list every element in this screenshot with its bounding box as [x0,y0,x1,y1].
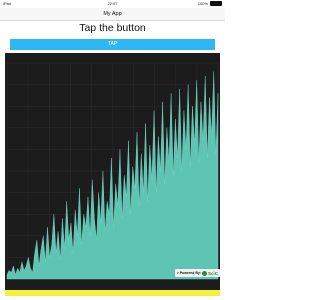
area-chart: 0102030405060708090 [6,62,219,287]
tap-button[interactable]: TAP [10,39,215,50]
scichart-logo-icon [201,270,207,276]
nav-title: My App [103,11,122,17]
status-bar: iPad 22:07 100% [0,0,225,8]
status-right: 100% [198,1,222,6]
chart-surface[interactable]: 0102030405060708090 > Powered By: SciC [5,53,220,296]
powered-by-label: > Powered By: [176,271,201,275]
powered-by-brand: SciC [207,270,218,276]
battery-icon [210,1,222,6]
navigation-bar: My App [0,8,225,21]
powered-by-badge: > Powered By: SciC [174,269,220,277]
page-heading: Tap the button [79,22,146,34]
status-time: 22:07 [107,1,118,6]
x-axis [5,280,220,290]
status-battery-percent: 100% [197,1,208,6]
yellow-band [5,290,220,296]
